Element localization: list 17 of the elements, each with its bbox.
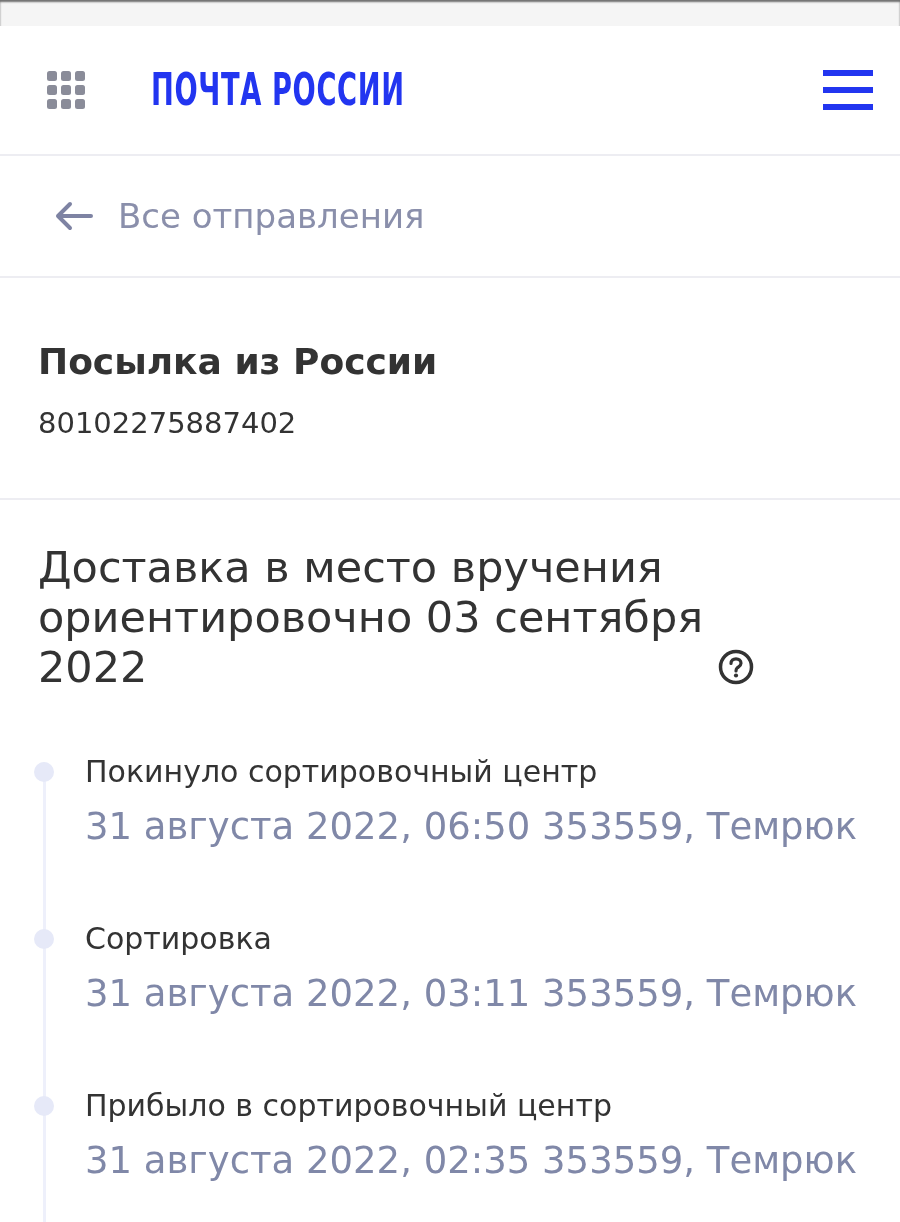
help-icon[interactable]	[718, 649, 754, 685]
delivery-estimate: Доставка в место вручения ориентировочно 03 сентября 2022	[38, 542, 705, 692]
event-status: Сортировка	[85, 922, 273, 956]
menu-icon[interactable]	[823, 70, 873, 110]
shipment-title: Посылка из России	[38, 340, 439, 384]
event-details: 31 августа 2022, 06:50 353559, Темрюк	[85, 805, 858, 849]
apps-grid-icon[interactable]	[47, 71, 85, 109]
logo-text[interactable]: ПОЧТА РОССИИ	[151, 68, 405, 112]
timeline-dot	[34, 1096, 54, 1116]
event-status: Покинуло сортировочный центр	[85, 755, 599, 789]
event-status: Прибыло в сортировочный центр	[85, 1089, 613, 1123]
event-details: 31 августа 2022, 02:35 353559, Темрюк	[85, 1139, 858, 1183]
back-arrow-icon	[55, 201, 93, 231]
timeline-dot	[34, 762, 54, 782]
tracking-number: 80102275887402	[38, 406, 298, 440]
event-details: 31 августа 2022, 03:11 353559, Темрюк	[85, 972, 858, 1016]
timeline-dot	[34, 929, 54, 949]
